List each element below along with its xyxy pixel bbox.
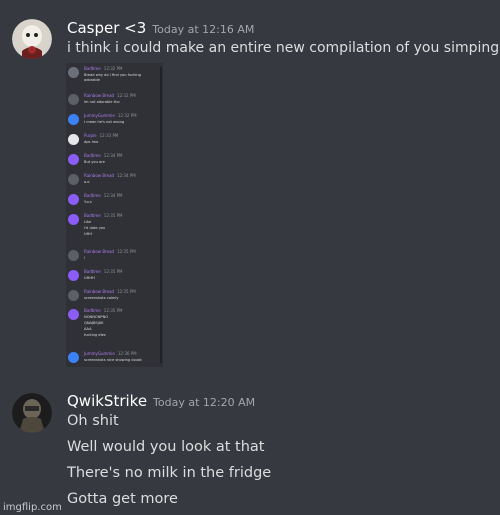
embed-text: NONNONPNO [84,315,109,319]
embed-text: Y.o.s [84,200,92,204]
embed-avatar [68,67,79,78]
embed-time: 12:34 PM [103,193,123,198]
embed-username: Badtime [84,213,101,218]
embed-text: UHHH [84,276,95,280]
embed-time: 12:32 PM [103,66,123,71]
embed-time: 12:35 PM [103,269,123,274]
embed-time: 12:35 PM [117,249,136,254]
embed-time: 12:32 PM [117,113,137,118]
embed-text: UHH [84,232,93,236]
embed-text: im not adorable tho [84,100,120,104]
embed-username: Badtime [84,308,101,313]
message-text: Oh shit [67,413,119,429]
embed-avatar [68,270,79,281]
embed-text: I mean he's not wrong [84,120,125,124]
message-text: There's no milk in the fridge [67,465,272,481]
embed-text: But you are [84,160,105,164]
embedded-screenshot[interactable]: Badtime 12:32 PM Bread why do I find you … [66,63,163,367]
embed-time: 12:33 PM [99,133,119,138]
embed-avatar [68,134,79,145]
embed-avatar [68,94,79,105]
imgflip-watermark: imgflip.com [3,502,62,513]
embed-text: AAA [84,327,92,331]
embed-avatar [68,174,79,185]
embed-text: Bread why do I find you fucking [84,73,141,77]
embed-avatar [68,114,79,125]
embed-text: adorable [84,78,100,82]
embed-avatar [68,309,79,320]
embed-time: 12:32 PM [117,93,136,98]
embed-username: Rainbow Bread [84,249,115,254]
embed-username: Badtime [84,193,101,198]
embed-username: JummyGummie [84,351,115,356]
author-line: QwikStrike Today at 12:20 AM [67,392,255,410]
timestamp[interactable]: Today at 12:20 AM [153,396,255,409]
embed-time: 12:34 PM [117,173,136,178]
author-line: Casper <3 Today at 12:16 AM [67,19,254,37]
embed-avatar [68,194,79,205]
embed-text: Like [84,220,92,224]
embed-username: Purple [84,133,97,138]
embed-username: Badtime [84,153,101,158]
embed-text: fucking dies [84,333,106,337]
avatar-qwikstrike[interactable] [12,393,52,433]
embed-time: 12:35 PM [117,289,136,294]
embed-text: screenshots nice showing doubt [84,358,142,362]
embed-time: 12:35 PM [103,308,123,313]
embed-username: JummyGummie [84,113,115,118]
embed-time: 12:34 PM [103,153,123,158]
embed-username: Rainbow Bread [84,93,115,98]
embed-avatar [68,250,79,261]
embed-username: Rainbow Bread [84,289,115,294]
embed-text: ! [84,256,86,260]
embed-text: o.o [84,180,90,184]
embed-avatar [68,214,79,225]
embed-avatar [68,154,79,165]
username[interactable]: QwikStrike [67,392,147,410]
embed-avatar [68,290,79,301]
username[interactable]: Casper <3 [67,19,146,37]
embed-time: 12:35 PM [103,213,123,218]
message-text: Gotta get more [67,491,178,507]
embed-time: 12:36 PM [117,351,137,356]
embed-text: I'd date you [84,226,106,230]
avatar-casper[interactable] [12,19,52,59]
embed-text: QNAJBSJAK [84,321,104,325]
embed-username: Badtime [84,269,101,274]
embed-username: Rainbow Bread [84,173,115,178]
embed-avatar [68,352,79,363]
embed-username: Badtime [84,66,101,71]
embed-scrollbar [160,67,162,363]
timestamp[interactable]: Today at 12:16 AM [152,23,254,36]
message-text: i think i could make an entire new compi… [67,40,500,56]
embed-text: screenshots calmly [84,296,119,300]
message-text: Well would you look at that [67,439,265,455]
embed-text: dps lmo [84,140,99,144]
